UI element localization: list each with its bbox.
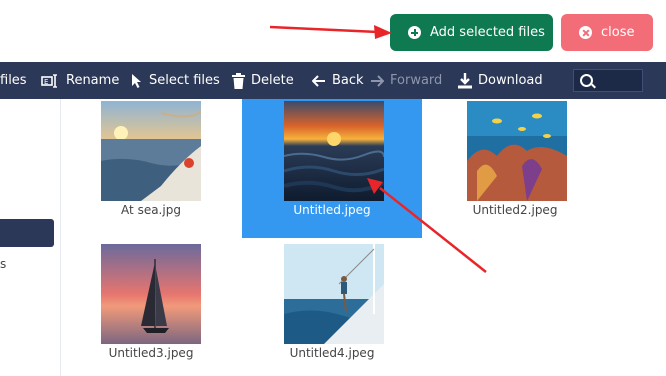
file-tile[interactable]: Untitled3.jpeg	[61, 242, 241, 376]
sidebar: s	[0, 99, 61, 376]
file-thumbnail	[467, 101, 567, 201]
download-label: Download	[478, 73, 543, 88]
plus-circle-icon	[408, 26, 421, 39]
file-tile-selected[interactable]: Untitled.jpeg	[242, 99, 422, 238]
download-icon	[458, 72, 472, 88]
back-label: Back	[332, 73, 364, 88]
add-selected-files-button[interactable]: Add selected files	[390, 14, 553, 51]
sidebar-item-label[interactable]: s	[0, 257, 6, 271]
close-circle-icon	[579, 26, 592, 39]
delete-label: Delete	[251, 73, 294, 88]
file-manager: files E Rename Select files Delete Back …	[0, 62, 666, 376]
search-icon	[580, 74, 593, 87]
select-files-button[interactable]: Select files	[131, 62, 220, 99]
arrow-right-icon	[371, 74, 384, 87]
file-tile[interactable]: At sea.jpg	[61, 99, 241, 239]
add-selected-files-label: Add selected files	[430, 25, 545, 40]
file-tile[interactable]: Untitled4.jpeg	[242, 242, 422, 376]
close-button[interactable]: close	[561, 14, 653, 51]
forward-label: Forward	[390, 73, 443, 88]
sidebar-item-selected[interactable]	[0, 219, 54, 247]
file-name: At sea.jpg	[121, 203, 181, 217]
file-grid: At sea.jpg Untitled.jpeg Untitled2.jpeg …	[61, 99, 666, 376]
rename-icon: E	[41, 73, 57, 88]
cursor-icon	[132, 73, 141, 88]
files-label: files	[0, 73, 27, 88]
file-name: Untitled4.jpeg	[289, 346, 375, 360]
file-name: Untitled2.jpeg	[472, 203, 558, 217]
close-label: close	[601, 25, 635, 40]
file-thumbnail	[101, 244, 201, 344]
file-thumbnail	[284, 244, 384, 344]
search-input[interactable]	[573, 69, 643, 92]
files-tab[interactable]: files	[0, 62, 27, 99]
file-name: Untitled3.jpeg	[108, 346, 194, 360]
file-thumbnail	[284, 101, 384, 201]
select-files-label: Select files	[149, 73, 220, 88]
header-area: Add selected files close	[0, 0, 666, 62]
rename-button[interactable]: E Rename	[41, 62, 119, 99]
trash-icon	[232, 72, 245, 89]
back-button[interactable]: Back	[312, 62, 364, 99]
file-name: Untitled.jpeg	[293, 203, 371, 217]
forward-button[interactable]: Forward	[370, 62, 442, 99]
rename-label: Rename	[66, 73, 120, 88]
toolbar: files E Rename Select files Delete Back …	[0, 62, 666, 99]
file-tile[interactable]: Untitled2.jpeg	[425, 99, 605, 239]
delete-button[interactable]: Delete	[232, 62, 294, 99]
svg-text:E: E	[44, 78, 48, 86]
download-button[interactable]: Download	[458, 62, 543, 99]
file-thumbnail	[101, 101, 201, 201]
arrow-left-icon	[312, 74, 325, 87]
